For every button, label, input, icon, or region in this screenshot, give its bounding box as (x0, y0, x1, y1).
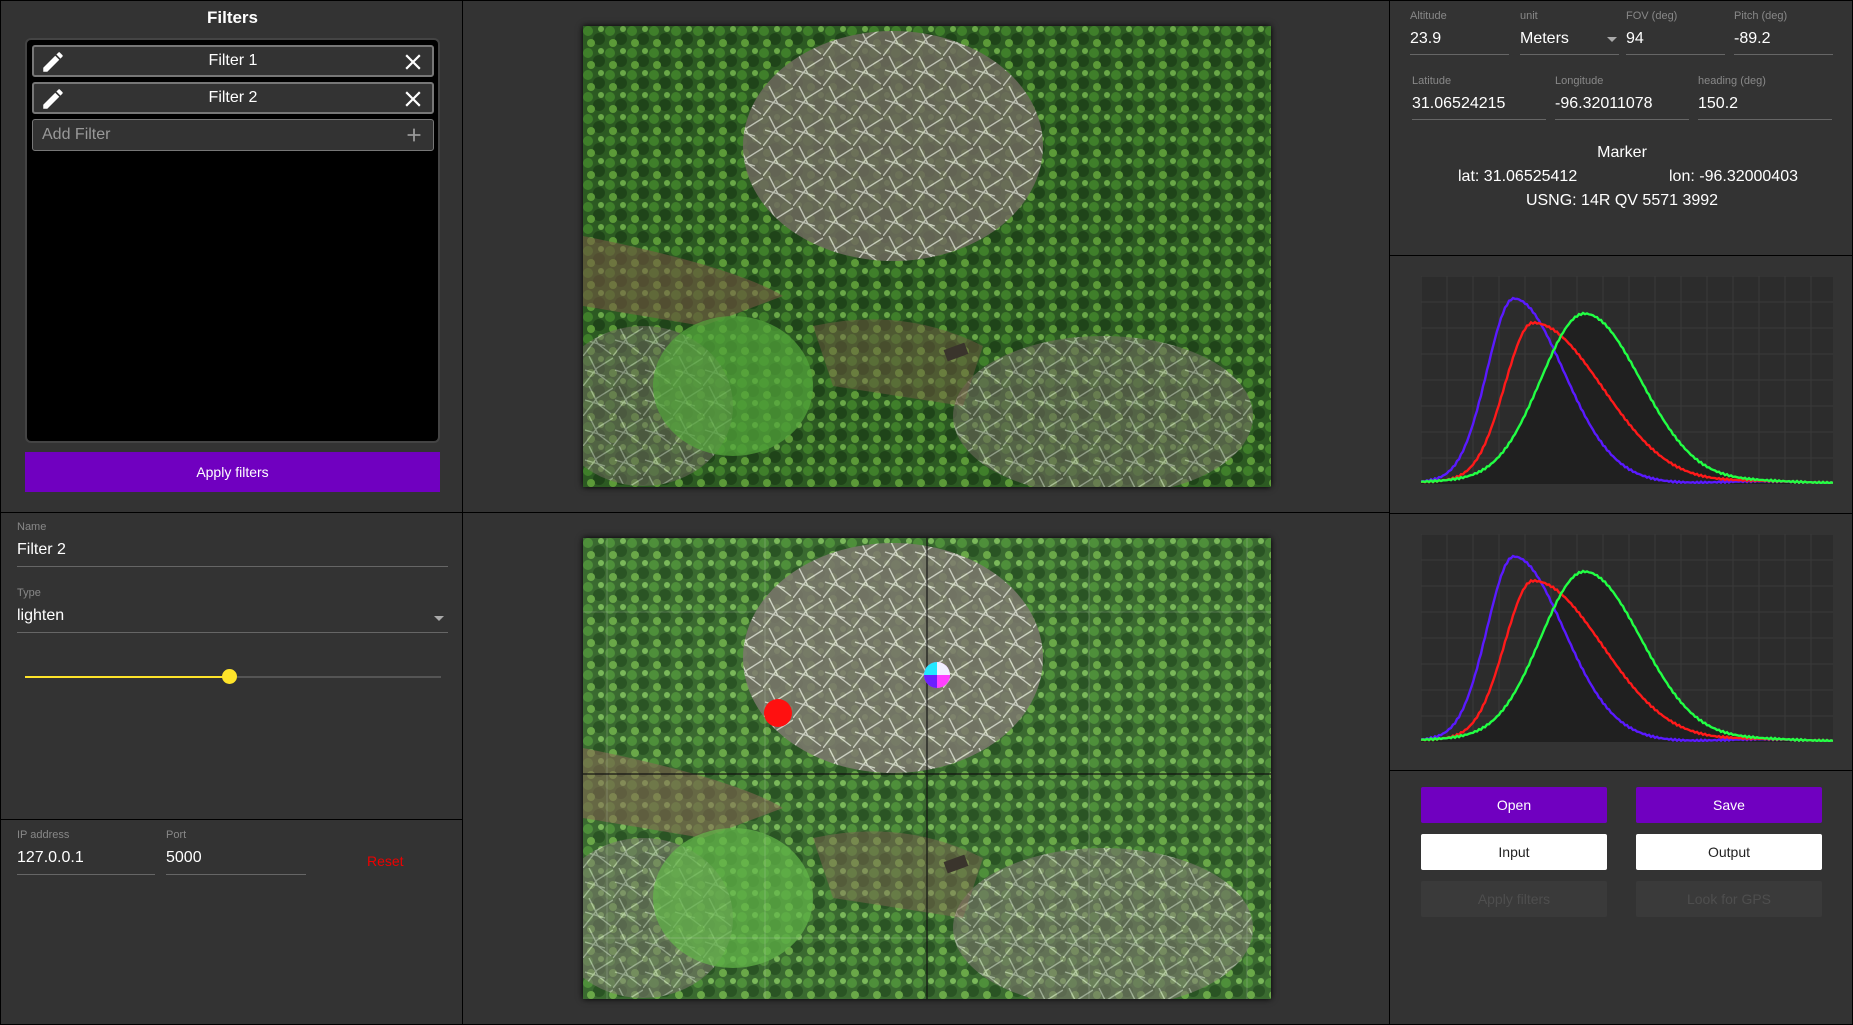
ip-label: IP address (17, 829, 70, 841)
chevron-down-icon[interactable] (1607, 37, 1617, 42)
close-icon[interactable] (400, 49, 426, 75)
marker-title: Marker (1597, 144, 1647, 161)
open-button[interactable]: Open (1421, 787, 1607, 823)
reset-button[interactable]: Reset (367, 853, 404, 869)
unit-select[interactable]: Meters (1520, 30, 1569, 48)
output-image-panel (462, 512, 1390, 1025)
input-histogram (1421, 276, 1833, 484)
output-histogram (1421, 534, 1833, 742)
apply-filters-disabled-button: Apply filters (1421, 881, 1607, 917)
plus-icon[interactable] (403, 124, 425, 146)
ip-field[interactable]: 127.0.0.1 (17, 849, 84, 867)
altitude-label: Altitude (1410, 10, 1447, 22)
fov-underline (1626, 54, 1725, 55)
altitude-field[interactable]: 23.9 (1410, 30, 1441, 48)
filter-item-1[interactable]: Filter 1 (32, 45, 434, 77)
port-field[interactable]: 5000 (166, 849, 202, 867)
latitude-label: Latitude (1412, 75, 1452, 87)
output-histogram-panel (1389, 513, 1853, 771)
longitude-underline (1555, 119, 1689, 120)
type-select[interactable]: lighten (17, 607, 64, 625)
pencil-icon[interactable] (40, 86, 66, 112)
marker-lon: lon: -96.32000403 (1669, 168, 1798, 185)
filter-list: Filter 1 Filter 2 Add Filter (25, 38, 440, 443)
save-button[interactable]: Save (1636, 787, 1822, 823)
altitude-underline (1410, 54, 1509, 55)
pitch-label: Pitch (deg) (1734, 10, 1788, 22)
filter-editor-panel: Name Filter 2 Type lighten (0, 512, 463, 820)
add-filter-input[interactable]: Add Filter (32, 119, 434, 151)
pitch-underline (1734, 54, 1833, 55)
geo-panel: Altitude 23.9 unit Meters FOV (deg) 94 P… (1389, 0, 1853, 256)
output-button[interactable]: Output (1636, 834, 1822, 870)
pencil-icon[interactable] (40, 49, 66, 75)
input-button[interactable]: Input (1421, 834, 1607, 870)
latitude-underline (1412, 119, 1546, 120)
type-underline (17, 632, 448, 633)
ip-underline (17, 874, 155, 875)
unit-label: unit (1520, 10, 1538, 22)
chevron-down-icon[interactable] (434, 616, 444, 621)
filters-panel: Filters Filter 1 Filter 2 Add Filter App… (0, 0, 463, 513)
marker-usng: USNG: 14R QV 5571 3992 (1525, 192, 1719, 209)
intensity-slider[interactable] (25, 669, 441, 684)
filter-item-2[interactable]: Filter 2 (32, 82, 434, 114)
look-for-gps-button: Look for GPS (1636, 881, 1822, 917)
network-panel: IP address 127.0.0.1 Port 5000 Reset (0, 819, 463, 1025)
fov-field[interactable]: 94 (1626, 30, 1644, 48)
slider-fill (25, 676, 229, 678)
gps-center-icon[interactable] (924, 662, 950, 688)
input-drone-image[interactable] (583, 26, 1271, 487)
filters-title: Filters (206, 8, 259, 27)
name-label: Name (17, 521, 47, 533)
name-underline (17, 566, 448, 567)
input-histogram-panel (1389, 255, 1853, 514)
longitude-label: Longitude (1555, 75, 1604, 87)
output-drone-image[interactable] (583, 538, 1271, 999)
pitch-field[interactable]: -89.2 (1734, 30, 1770, 48)
longitude-field[interactable]: -96.32011078 (1555, 95, 1653, 113)
marker-dot[interactable] (764, 699, 792, 727)
filter-item-label: Filter 2 (208, 89, 258, 106)
close-icon[interactable] (400, 86, 426, 112)
heading-field[interactable]: 150.2 (1698, 95, 1738, 113)
fov-label: FOV (deg) (1626, 10, 1678, 22)
marker-lat: lat: 31.06525412 (1458, 168, 1578, 185)
apply-filters-button[interactable]: Apply filters (25, 452, 440, 492)
heading-label: heading (deg) (1698, 75, 1766, 87)
input-image-panel (462, 0, 1390, 513)
name-field[interactable]: Filter 2 (17, 541, 66, 559)
port-underline (166, 874, 306, 875)
filter-item-label: Filter 1 (208, 52, 258, 69)
actions-panel: Open Save Input Output Apply filters Loo… (1389, 770, 1853, 1025)
unit-underline (1520, 54, 1619, 55)
heading-underline (1698, 119, 1832, 120)
latitude-field[interactable]: 31.06524215 (1412, 95, 1505, 113)
type-label: Type (17, 587, 41, 599)
port-label: Port (166, 829, 187, 841)
add-filter-placeholder: Add Filter (42, 126, 111, 143)
slider-thumb[interactable] (221, 669, 237, 684)
